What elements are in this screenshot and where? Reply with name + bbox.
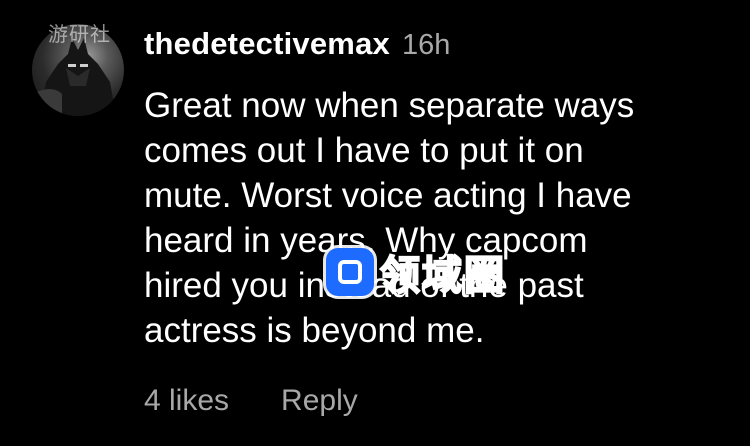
comment-actions: 4 likes Reply: [144, 384, 358, 418]
username-link[interactable]: thedetectivemax: [144, 26, 390, 62]
comment-text: Great now when separate ways comes out I…: [144, 86, 635, 350]
reply-button[interactable]: Reply: [281, 384, 358, 418]
comment: 游研社 thedetectivemax 16h Great now when s…: [0, 0, 750, 446]
likes-count[interactable]: 4 likes: [144, 384, 229, 418]
timestamp: 16h: [401, 29, 451, 61]
corner-watermark-text: 游研社: [48, 24, 111, 46]
corner-watermark: 游研社: [0, 0, 140, 60]
comment-header: thedetectivemax 16h: [144, 26, 450, 66]
